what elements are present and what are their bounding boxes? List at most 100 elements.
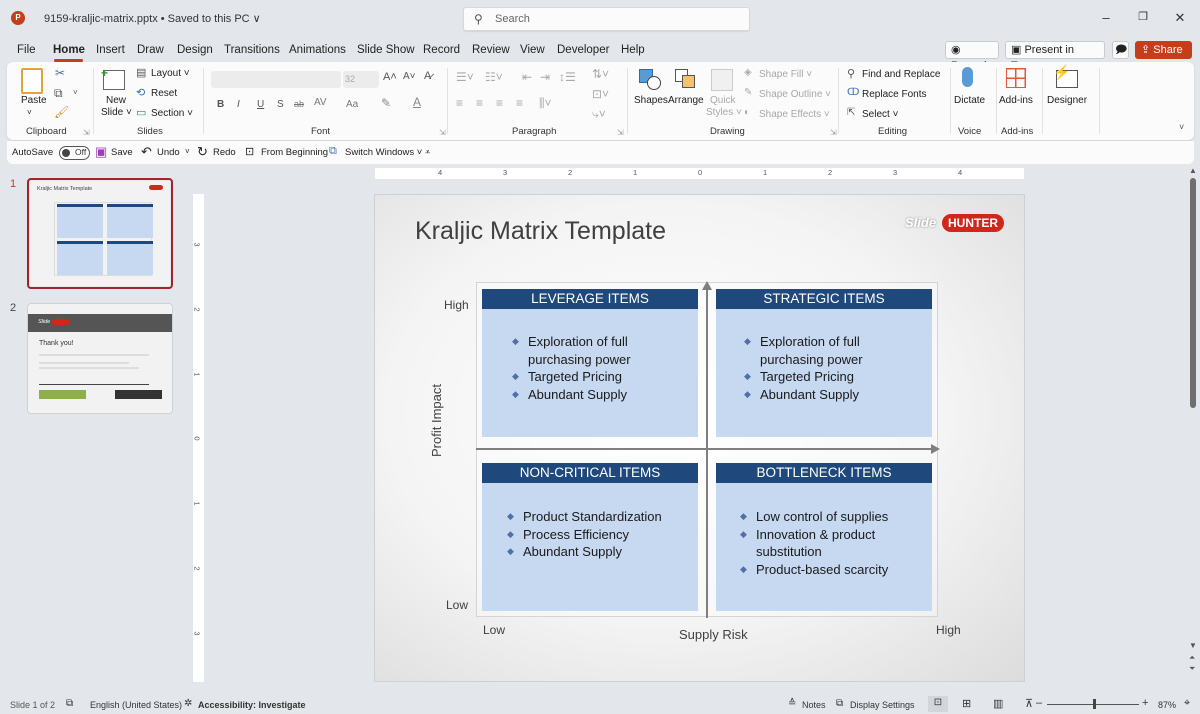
share-button[interactable]: ⇪ Share ˅	[1135, 41, 1192, 72]
previous-slide-icon[interactable]: ⏶	[1189, 653, 1195, 663]
tab-slide-show[interactable]: Slide Show	[357, 44, 415, 56]
quadrant-non-critical[interactable]: NON-CRITICAL ITEMS Product Standardizati…	[482, 463, 698, 611]
decrease-font-icon[interactable]: A˅	[403, 71, 416, 82]
find-and-replace-button[interactable]: Find and Replace	[862, 69, 940, 80]
normal-view-button[interactable]: ⊡	[928, 696, 948, 712]
slide-title[interactable]: Kraljic Matrix Template	[415, 217, 666, 246]
tab-view[interactable]: View	[520, 44, 545, 56]
quick-styles-icon[interactable]	[711, 69, 733, 91]
reset-button[interactable]: Reset	[151, 88, 177, 99]
comments-button[interactable]: 🗩	[1112, 41, 1129, 59]
justify-icon[interactable]: ≡	[516, 96, 523, 110]
highlight-icon[interactable]: ✎	[381, 96, 391, 110]
drawing-launcher-icon[interactable]: ⇲	[830, 128, 837, 137]
increase-indent-icon[interactable]: ⇥	[540, 70, 550, 84]
zoom-out-button[interactable]: –	[1036, 697, 1042, 709]
tab-record[interactable]: Record	[423, 44, 460, 56]
next-slide-icon[interactable]: ⏷	[1189, 664, 1195, 674]
font-launcher-icon[interactable]: ⇲	[439, 128, 446, 137]
switch-windows-button[interactable]: Switch Windows ˅	[345, 147, 422, 158]
align-right-icon[interactable]: ≡	[496, 96, 503, 110]
arrange-button[interactable]: Arrange	[668, 95, 704, 106]
section-button[interactable]: Section ˅	[151, 108, 193, 119]
numbering-icon[interactable]: ☷˅	[485, 70, 503, 84]
tab-developer[interactable]: Developer	[557, 44, 609, 56]
document-title[interactable]: 9159-kraljic-matrix.pptx • Saved to this…	[44, 12, 261, 25]
format-painter-icon[interactable]: 🖌	[54, 105, 69, 119]
italic-button[interactable]: I	[237, 99, 240, 110]
char-spacing-button[interactable]: AV	[314, 97, 327, 108]
copy-dropdown-icon[interactable]: ˅	[73, 88, 78, 97]
paste-dropdown-icon[interactable]: ˅	[27, 108, 32, 117]
quadrant-strategic[interactable]: STRATEGIC ITEMS Exploration of full purc…	[716, 289, 932, 437]
quick-styles-dropdown[interactable]: Styles ˅	[706, 107, 742, 118]
text-direction-icon[interactable]: ⇅˅	[592, 67, 609, 81]
text-shadow-button[interactable]: S	[277, 99, 284, 110]
language-indicator[interactable]: English (United States)	[90, 700, 182, 710]
increase-font-icon[interactable]: A˄	[383, 71, 397, 83]
save-icon[interactable]: ▣	[95, 144, 107, 160]
vertical-scrollbar[interactable]: ▲ ▼ ⏶ ⏷	[1186, 166, 1200, 690]
paste-button[interactable]: Paste	[21, 95, 47, 106]
new-slide-dropdown[interactable]: Slide ˅	[101, 107, 132, 118]
microphone-icon[interactable]	[962, 67, 973, 87]
shapes-button[interactable]: Shapes	[634, 95, 668, 106]
search-input[interactable]: ⚲ Search	[463, 7, 750, 31]
tab-design[interactable]: Design	[177, 44, 213, 56]
font-color-icon[interactable]: A	[413, 95, 421, 109]
redo-button[interactable]: Redo	[213, 147, 236, 158]
change-case-button[interactable]: Aa	[346, 99, 358, 110]
strikethrough-button[interactable]: ab	[294, 99, 304, 109]
cut-icon[interactable]: ✂	[55, 66, 65, 80]
tab-transitions[interactable]: Transitions	[224, 44, 280, 56]
undo-icon[interactable]: ↶	[141, 144, 152, 160]
bullets-icon[interactable]: ☰˅	[456, 70, 474, 84]
accessibility-button[interactable]: Accessibility: Investigate	[198, 700, 306, 710]
new-slide-button[interactable]: New	[106, 95, 126, 106]
spell-check-icon[interactable]: ⧉	[66, 698, 73, 709]
paste-icon[interactable]	[21, 68, 43, 94]
fit-to-window-icon[interactable]: ⌖	[1184, 697, 1190, 710]
shape-fill-button[interactable]: Shape Fill ˅	[759, 69, 812, 80]
reading-view-button[interactable]: ▥	[993, 697, 1003, 710]
slideshow-view-button[interactable]: ⊼	[1025, 697, 1033, 710]
align-center-icon[interactable]: ≡	[476, 96, 483, 110]
scroll-up-icon[interactable]: ▲	[1189, 166, 1197, 175]
undo-dropdown-icon[interactable]: ˅	[185, 147, 190, 156]
decrease-indent-icon[interactable]: ⇤	[522, 70, 532, 84]
tab-review[interactable]: Review	[472, 44, 510, 56]
dictate-button[interactable]: Dictate	[954, 95, 985, 106]
slide-thumbnail-1[interactable]: Kraljic Matrix Template	[27, 178, 173, 289]
slide-canvas[interactable]: Kraljic Matrix Template Slide HUNTER LEV…	[374, 194, 1025, 682]
slide-thumbnail-2[interactable]: Slide Thank you!	[27, 303, 173, 414]
customize-qat-icon[interactable]: ⩡	[425, 147, 430, 158]
tab-help[interactable]: Help	[621, 44, 645, 56]
autosave-toggle[interactable]: Off	[59, 146, 90, 160]
zoom-slider-thumb[interactable]	[1093, 699, 1096, 709]
tab-insert[interactable]: Insert	[96, 44, 125, 56]
bold-button[interactable]: B	[217, 99, 224, 110]
undo-button[interactable]: Undo	[157, 147, 180, 158]
select-button[interactable]: Select ˅	[862, 109, 898, 120]
collapse-ribbon-icon[interactable]: ˅	[1179, 122, 1184, 132]
tab-animations[interactable]: Animations	[289, 44, 346, 56]
quick-styles-button[interactable]: Quick	[710, 95, 736, 106]
tab-draw[interactable]: Draw	[137, 44, 164, 56]
save-button[interactable]: Save	[111, 147, 133, 158]
slide-sorter-button[interactable]: ⊞	[962, 697, 971, 710]
display-settings-button[interactable]: Display Settings	[850, 700, 915, 710]
shape-effects-button[interactable]: Shape Effects ˅	[759, 109, 830, 120]
copy-icon[interactable]: ⧉	[54, 86, 63, 101]
columns-icon[interactable]: ⫼˅	[539, 96, 552, 111]
zoom-in-button[interactable]: +	[1142, 697, 1148, 709]
font-size-select[interactable]: 32	[343, 71, 379, 88]
shape-outline-button[interactable]: Shape Outline ˅	[759, 89, 831, 100]
designer-button[interactable]: Designer	[1047, 95, 1087, 106]
layout-button[interactable]: Layout ˅	[151, 68, 190, 79]
tab-home[interactable]: Home	[53, 44, 85, 56]
align-left-icon[interactable]: ≡	[456, 96, 463, 110]
underline-button[interactable]: U	[257, 99, 264, 110]
quadrant-bottleneck[interactable]: BOTTLENECK ITEMS Low control of supplies…	[716, 463, 932, 611]
add-ins-button[interactable]: Add-ins	[999, 95, 1033, 106]
from-beginning-button[interactable]: From Beginning	[261, 147, 328, 158]
